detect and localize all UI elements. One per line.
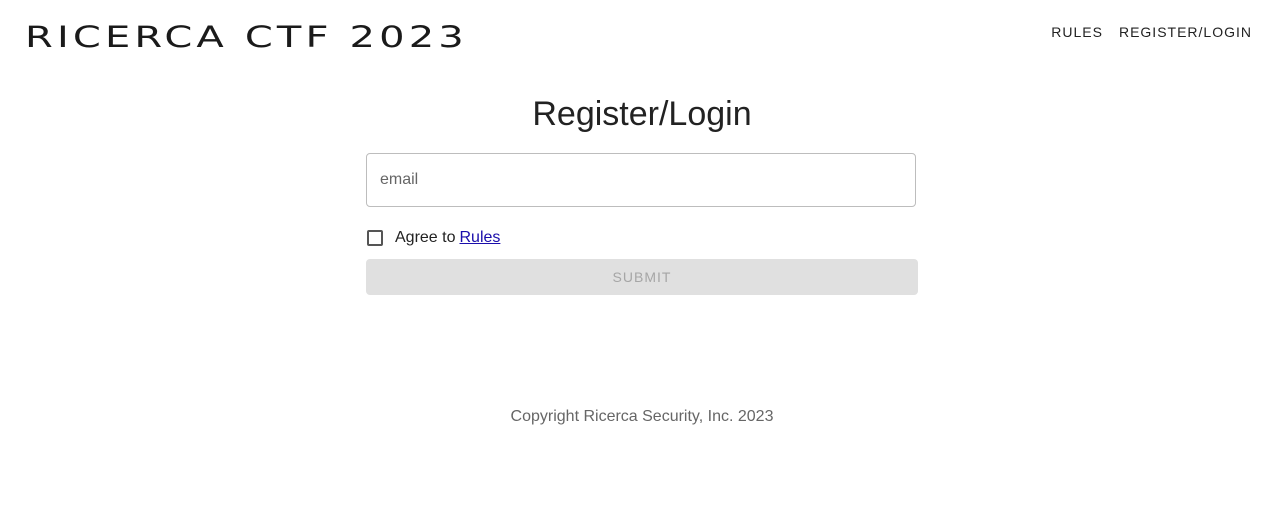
email-field[interactable] <box>366 153 916 207</box>
page-title: Register/Login <box>532 95 752 133</box>
site-header: RICERCA CTF 2023 RULES REGISTER/LOGIN <box>0 0 1284 66</box>
agree-checkbox[interactable] <box>367 230 383 246</box>
rules-link[interactable]: Rules <box>459 229 500 247</box>
top-nav: RULES REGISTER/LOGIN <box>1051 24 1252 40</box>
nav-register-login-link[interactable]: REGISTER/LOGIN <box>1119 24 1252 40</box>
copyright-text: Copyright Ricerca Security, Inc. 2023 <box>510 408 774 425</box>
agree-row: Agree to Rules <box>366 226 500 250</box>
site-logo[interactable]: RICERCA CTF 2023 <box>25 20 468 54</box>
nav-rules-link[interactable]: RULES <box>1051 24 1103 40</box>
submit-button[interactable]: SUBMIT <box>366 259 918 295</box>
agree-label: Agree to <box>395 229 456 246</box>
